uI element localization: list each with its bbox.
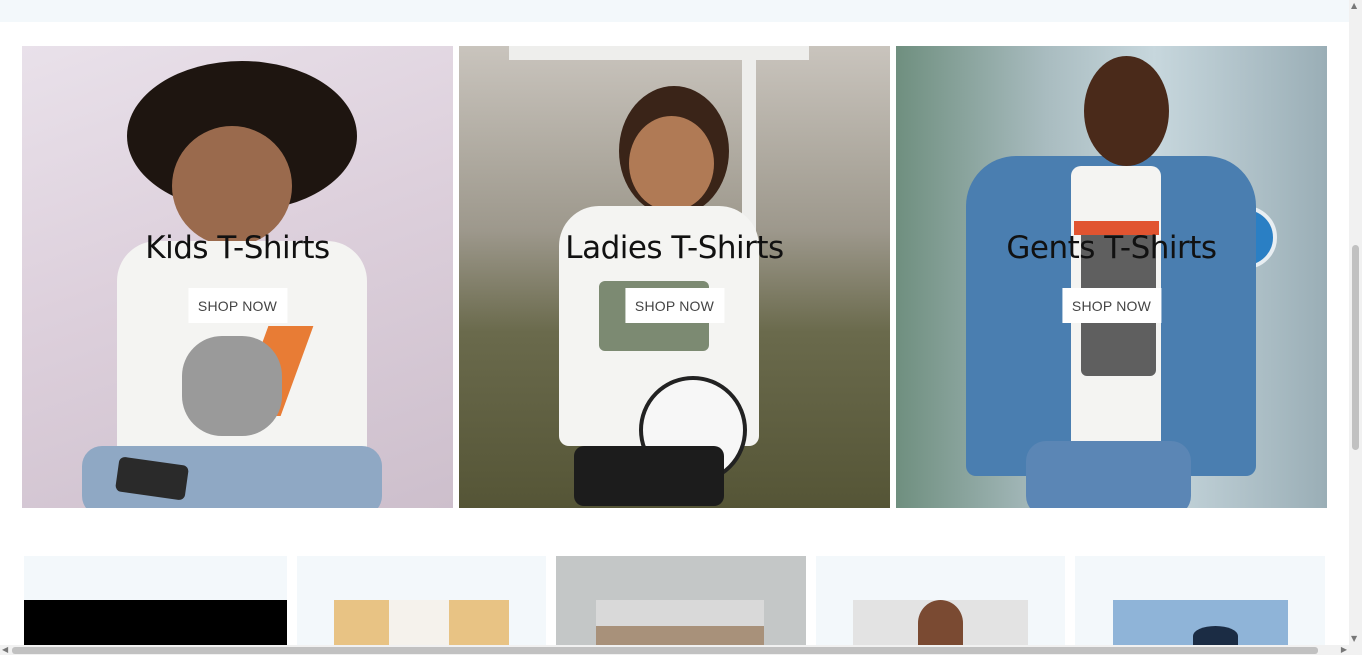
category-card[interactable] (816, 556, 1065, 646)
gents-photo (896, 46, 1327, 508)
category-image (24, 600, 287, 646)
scroll-right-arrow-icon[interactable]: ▶ (1341, 645, 1347, 655)
shop-now-button[interactable]: SHOP NOW (1061, 288, 1162, 323)
scroll-left-arrow-icon[interactable]: ◀ (2, 645, 8, 655)
category-image (1113, 600, 1288, 646)
building-shape (596, 626, 764, 646)
ladies-photo (459, 46, 890, 508)
person-shape (918, 600, 963, 646)
promo-ladies-tshirts[interactable]: Ladies T-Shirts SHOP NOW (459, 46, 890, 508)
category-card[interactable] (297, 556, 546, 646)
shop-now-button[interactable]: SHOP NOW (187, 288, 288, 323)
photo-face-shape (629, 116, 714, 211)
horizontal-scroll-thumb[interactable] (12, 647, 1318, 654)
scroll-up-arrow-icon[interactable]: ▲ (1351, 1, 1357, 11)
kids-photo (22, 46, 453, 508)
horizontal-scrollbar[interactable]: ◀ ▶ (0, 645, 1349, 655)
photo-goal-crossbar (509, 46, 809, 60)
shop-now-button[interactable]: SHOP NOW (624, 288, 725, 323)
photo-jeans-shape (1026, 441, 1191, 508)
category-card[interactable] (1075, 556, 1325, 646)
promo-title: Ladies T-Shirts (565, 230, 784, 266)
promo-kids-tshirts[interactable]: Kids T-Shirts SHOP NOW (22, 46, 453, 508)
category-image (334, 600, 509, 646)
photo-face-shape (1084, 56, 1169, 166)
category-image (853, 600, 1028, 646)
photo-print-graphic (182, 336, 282, 436)
promo-gents-tshirts[interactable]: Gents T-Shirts SHOP NOW (896, 46, 1327, 508)
category-card[interactable] (556, 556, 806, 646)
photo-face-shape (172, 126, 292, 246)
hanger-garment-shape (389, 600, 449, 646)
promo-title: Kids T-Shirts (145, 230, 330, 266)
top-banner-strip (0, 0, 1349, 22)
category-image (596, 600, 764, 646)
category-card[interactable] (24, 556, 287, 646)
person-shape (1193, 626, 1238, 646)
promo-title: Gents T-Shirts (1006, 230, 1217, 266)
vertical-scrollbar[interactable]: ▲ ▼ (1349, 0, 1362, 655)
photo-shorts-shape (574, 446, 724, 506)
scroll-down-arrow-icon[interactable]: ▼ (1351, 634, 1357, 644)
vertical-scroll-thumb[interactable] (1352, 245, 1359, 450)
